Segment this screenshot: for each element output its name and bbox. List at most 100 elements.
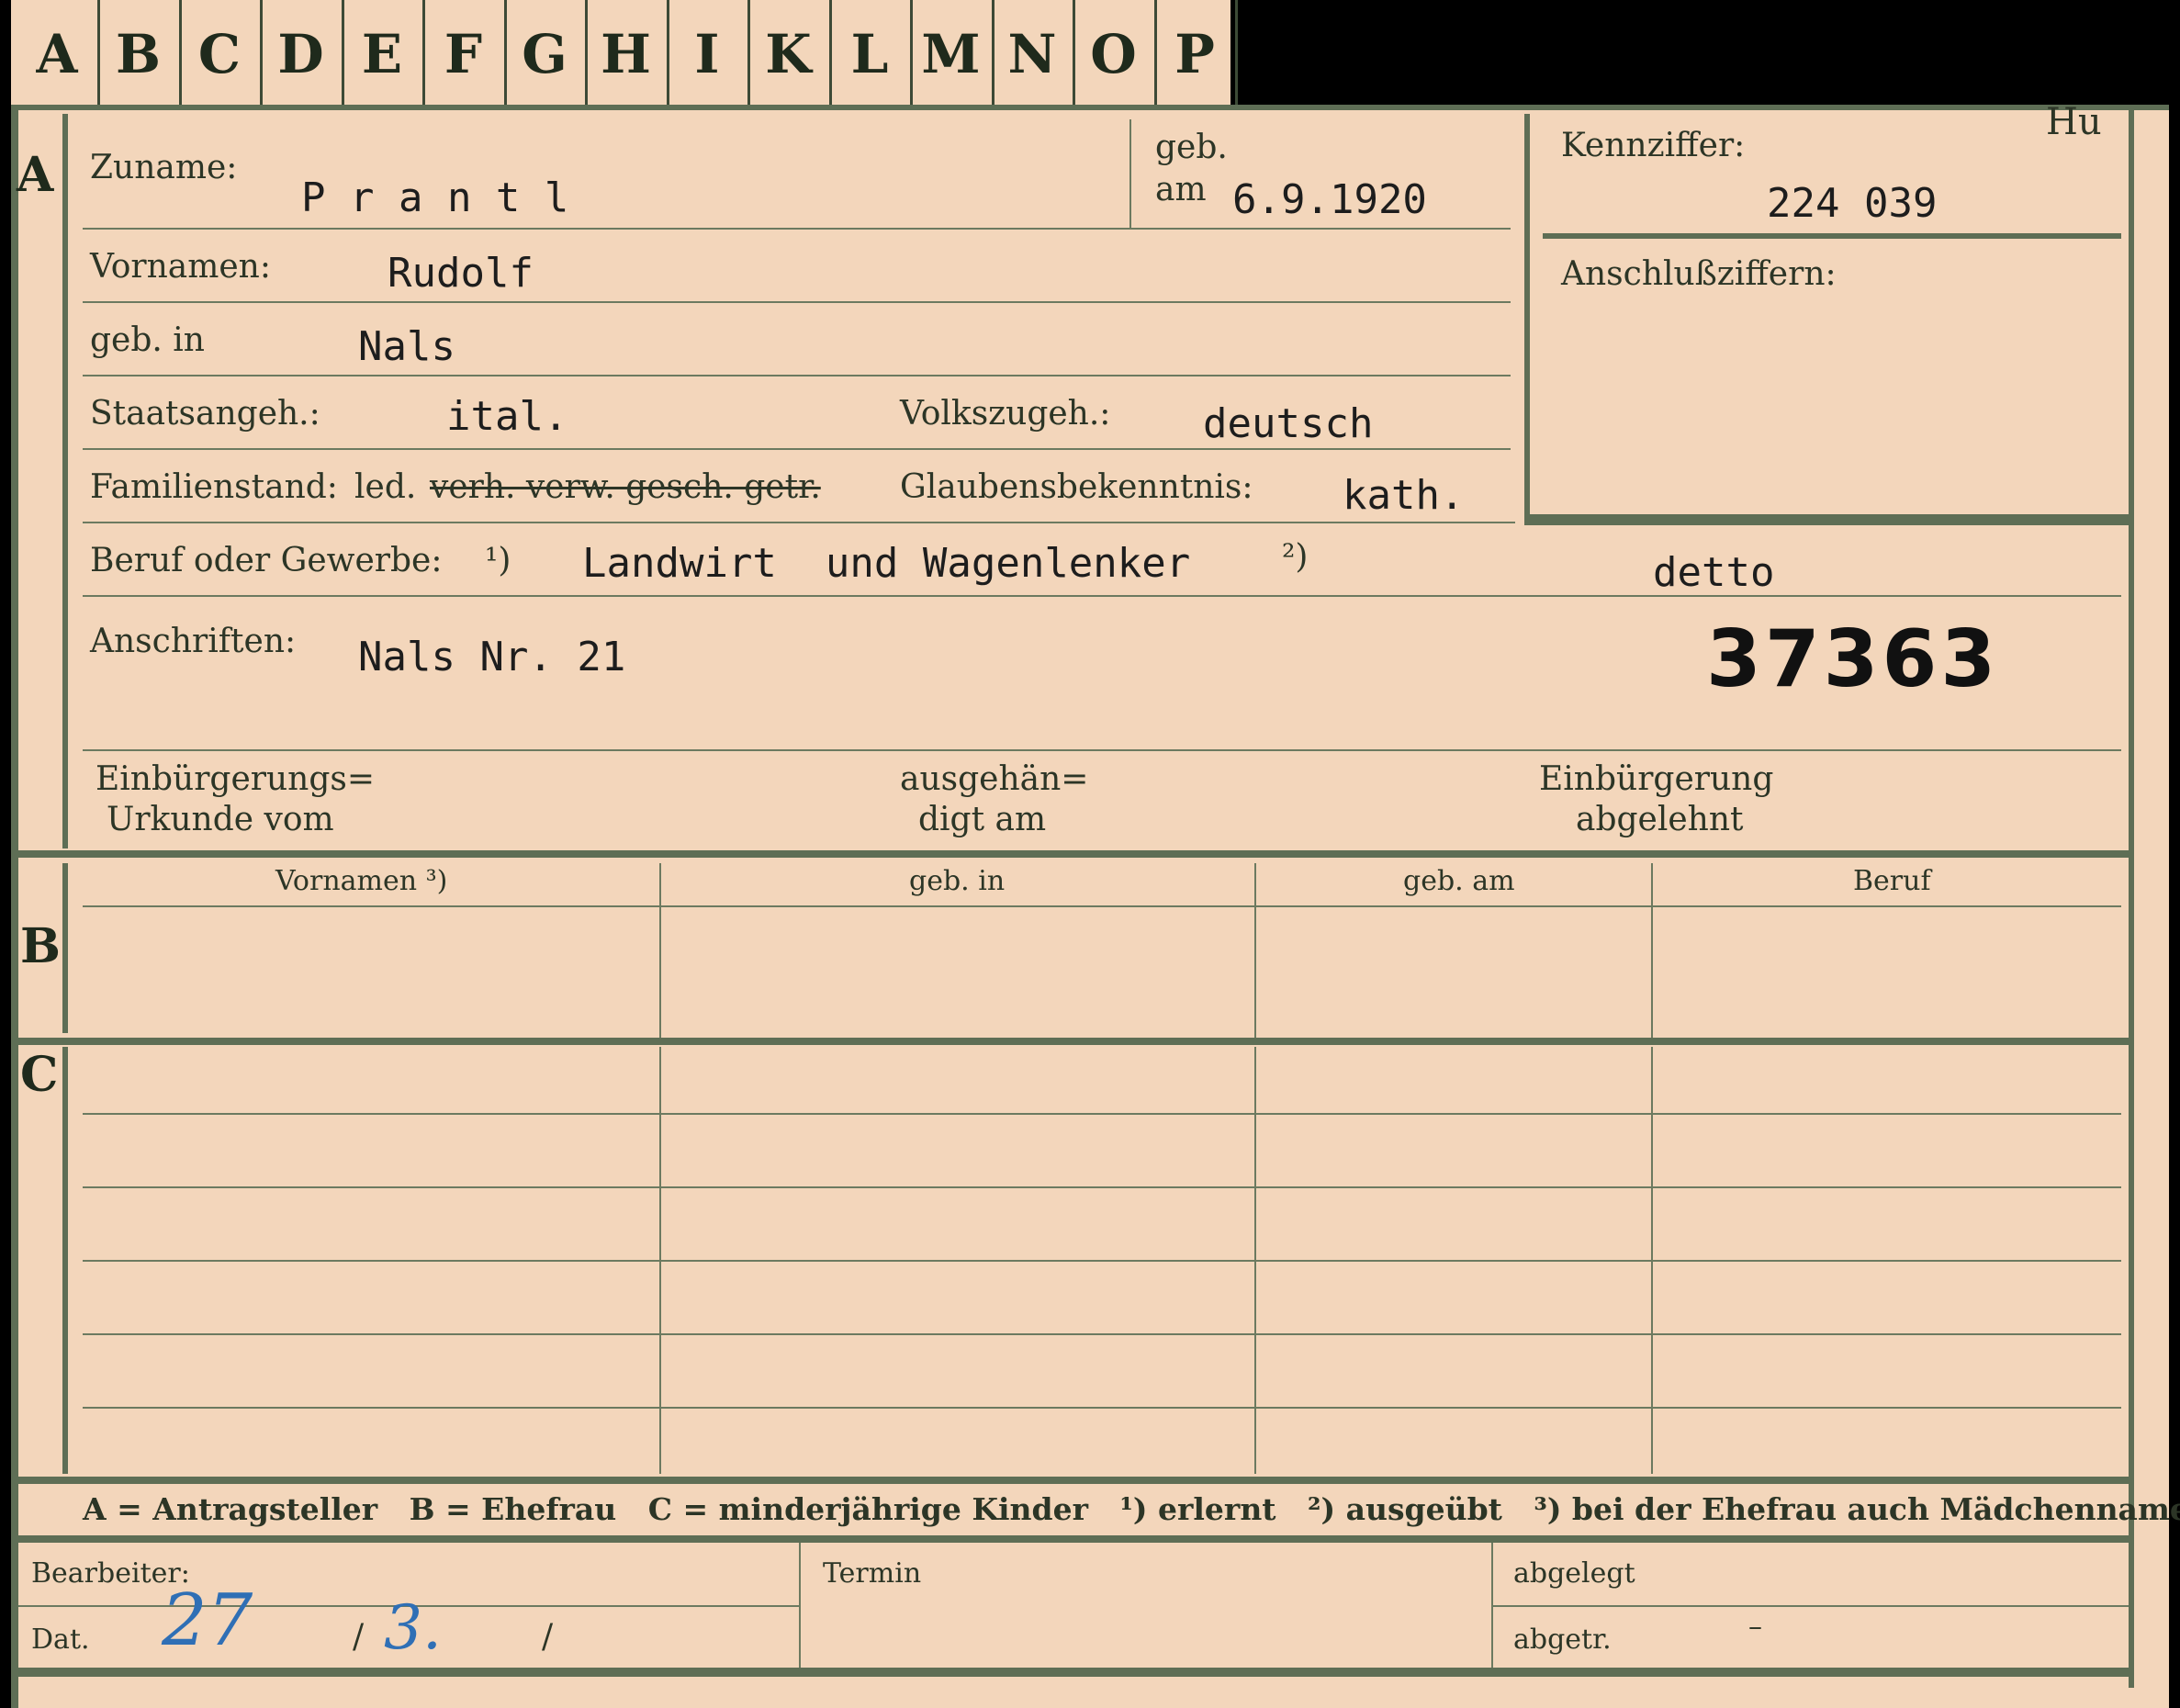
- kennziffer-box-bottom: [1524, 514, 2129, 525]
- volks-label: Volkszugeh.:: [900, 395, 1111, 433]
- index-tab-n[interactable]: N: [992, 0, 1075, 108]
- header-geb-in: geb. in: [909, 865, 1006, 897]
- staats-label: Staatsangeh.:: [90, 395, 320, 433]
- section-a-rule: [62, 114, 68, 848]
- section-c-letter: C: [20, 1047, 59, 1103]
- abgetr-mark: –: [1748, 1611, 1762, 1643]
- divider-b-c: [11, 1038, 2134, 1045]
- rule-staats: [83, 448, 1511, 450]
- abgelegt-label: abgelegt: [1513, 1557, 1635, 1590]
- index-tab-h[interactable]: H: [586, 0, 669, 108]
- footer-col-1: [799, 1543, 801, 1668]
- dat-separator-2: /: [542, 1618, 554, 1656]
- section-a-letter: A: [17, 147, 54, 203]
- rule-zuname: [83, 228, 1511, 230]
- zuname-label: Zuname:: [90, 149, 238, 186]
- divider-a-b: [11, 850, 2134, 858]
- zuname-value: P r a n t l: [301, 174, 569, 221]
- ausg-label-2: digt am: [918, 801, 1047, 838]
- index-tab-g[interactable]: G: [504, 0, 588, 108]
- beruf-value: Landwirt und Wagenlenker: [582, 540, 1191, 587]
- einb-label-1: Einbürgerungs=: [96, 760, 376, 798]
- kennziffer-divider: [1543, 233, 2121, 239]
- detto-note: detto: [1653, 549, 1775, 596]
- top-border: [11, 105, 2169, 110]
- divider-legend-footer: [11, 1535, 2134, 1543]
- handwritten-month: 3.: [384, 1592, 442, 1663]
- index-tab-b[interactable]: B: [98, 0, 182, 108]
- header-beruf: Beruf: [1853, 865, 1931, 897]
- rule-beruf: [83, 595, 2121, 597]
- handwritten-day: 27: [162, 1579, 253, 1662]
- dat-label: Dat.: [31, 1624, 90, 1656]
- beruf-mark: ¹): [485, 542, 511, 579]
- am-label: am: [1155, 171, 1207, 208]
- ausg-label-1: ausgehän=: [900, 760, 1089, 798]
- abgetr-label: abgetr.: [1513, 1624, 1612, 1656]
- header-geb-am: geb. am: [1403, 865, 1515, 897]
- index-tab-m[interactable]: M: [911, 0, 994, 108]
- table-header-rule: [83, 905, 2121, 907]
- staats-value: ital.: [446, 393, 568, 440]
- abgel-label-2: abgelehnt: [1576, 801, 1744, 838]
- birth-date: 6.9.1920: [1232, 176, 1427, 223]
- index-tab-e[interactable]: E: [342, 0, 425, 108]
- kennziffer-box-left: [1524, 114, 1530, 525]
- rule-anschriften: [83, 749, 2121, 751]
- card-paper: [11, 108, 2169, 1708]
- familienstand-value: led.: [354, 468, 417, 506]
- kennziffer-value: 224 039: [1767, 180, 1938, 227]
- glauben-value: kath.: [1343, 472, 1465, 519]
- right-border: [2129, 108, 2134, 1688]
- stamp-number: 37363: [1706, 613, 2000, 705]
- section-b-rule: [62, 863, 68, 1033]
- bottom-border: [11, 1668, 2134, 1677]
- rule-familienstand: [83, 522, 1515, 523]
- vornamen-value: Rudolf: [388, 250, 534, 297]
- termin-label: Termin: [823, 1557, 922, 1590]
- kennziffer-corner: Hu: [2046, 101, 2102, 143]
- index-tab-d[interactable]: D: [261, 0, 344, 108]
- kennziffer-label: Kennziffer:: [1561, 127, 1746, 164]
- vornamen-label: Vornamen:: [90, 248, 271, 286]
- col-line-1b: [659, 863, 661, 1038]
- rule-gebin: [83, 375, 1511, 376]
- rule-vornamen: [83, 301, 1511, 303]
- index-tab-a[interactable]: A: [17, 0, 100, 108]
- index-tab-p[interactable]: P: [1154, 0, 1238, 108]
- child-row-rule-2: [83, 1186, 2121, 1188]
- col-line-2b: [1254, 863, 1256, 1038]
- divider-c-legend: [11, 1477, 2134, 1484]
- geb-in-label: geb. in: [90, 321, 205, 359]
- anschriften-value: Nals Nr. 21: [358, 634, 626, 680]
- anschluss-label: Anschlußziffern:: [1561, 255, 1837, 293]
- einb-label-2: Urkunde vom: [107, 801, 334, 838]
- child-row-rule-3: [83, 1260, 2121, 1262]
- familienstand-label: Familienstand:: [90, 468, 338, 506]
- legend: A = Antragsteller B = Ehefrau C = minder…: [83, 1491, 2180, 1527]
- abgel-label-1: Einbürgerung: [1539, 760, 1774, 798]
- beruf-label: Beruf oder Gewerbe:: [90, 542, 443, 579]
- section-c-rule: [62, 1047, 68, 1474]
- index-tab-o[interactable]: O: [1073, 0, 1157, 108]
- index-tab-l[interactable]: L: [829, 0, 913, 108]
- child-row-rule-4: [83, 1333, 2121, 1335]
- anschriften-label: Anschriften:: [90, 623, 297, 660]
- index-tab-c[interactable]: C: [179, 0, 263, 108]
- index-tab-k[interactable]: K: [748, 0, 832, 108]
- geb-label: geb.: [1155, 129, 1228, 166]
- index-tab-f[interactable]: F: [423, 0, 507, 108]
- index-card: ABCDEFGHIKLMNOP A B C Zuname: P r a n t …: [0, 0, 2180, 1708]
- index-tab-i[interactable]: I: [667, 0, 750, 108]
- child-row-rule-1: [83, 1113, 2121, 1115]
- footer-rule-right: [1493, 1605, 2129, 1607]
- section-b-letter: B: [20, 918, 61, 974]
- volks-value: deutsch: [1203, 400, 1374, 447]
- header-vornamen: Vornamen ³): [275, 865, 448, 897]
- familienstand-struck: verh. verw. gesch. getr.: [430, 468, 821, 506]
- dat-separator-1: /: [353, 1618, 365, 1656]
- beruf-note: ²): [1282, 538, 1309, 576]
- rule-geb-divider: [1129, 119, 1131, 228]
- glauben-label: Glaubensbekenntnis:: [900, 468, 1253, 506]
- col-line-3b: [1651, 863, 1653, 1038]
